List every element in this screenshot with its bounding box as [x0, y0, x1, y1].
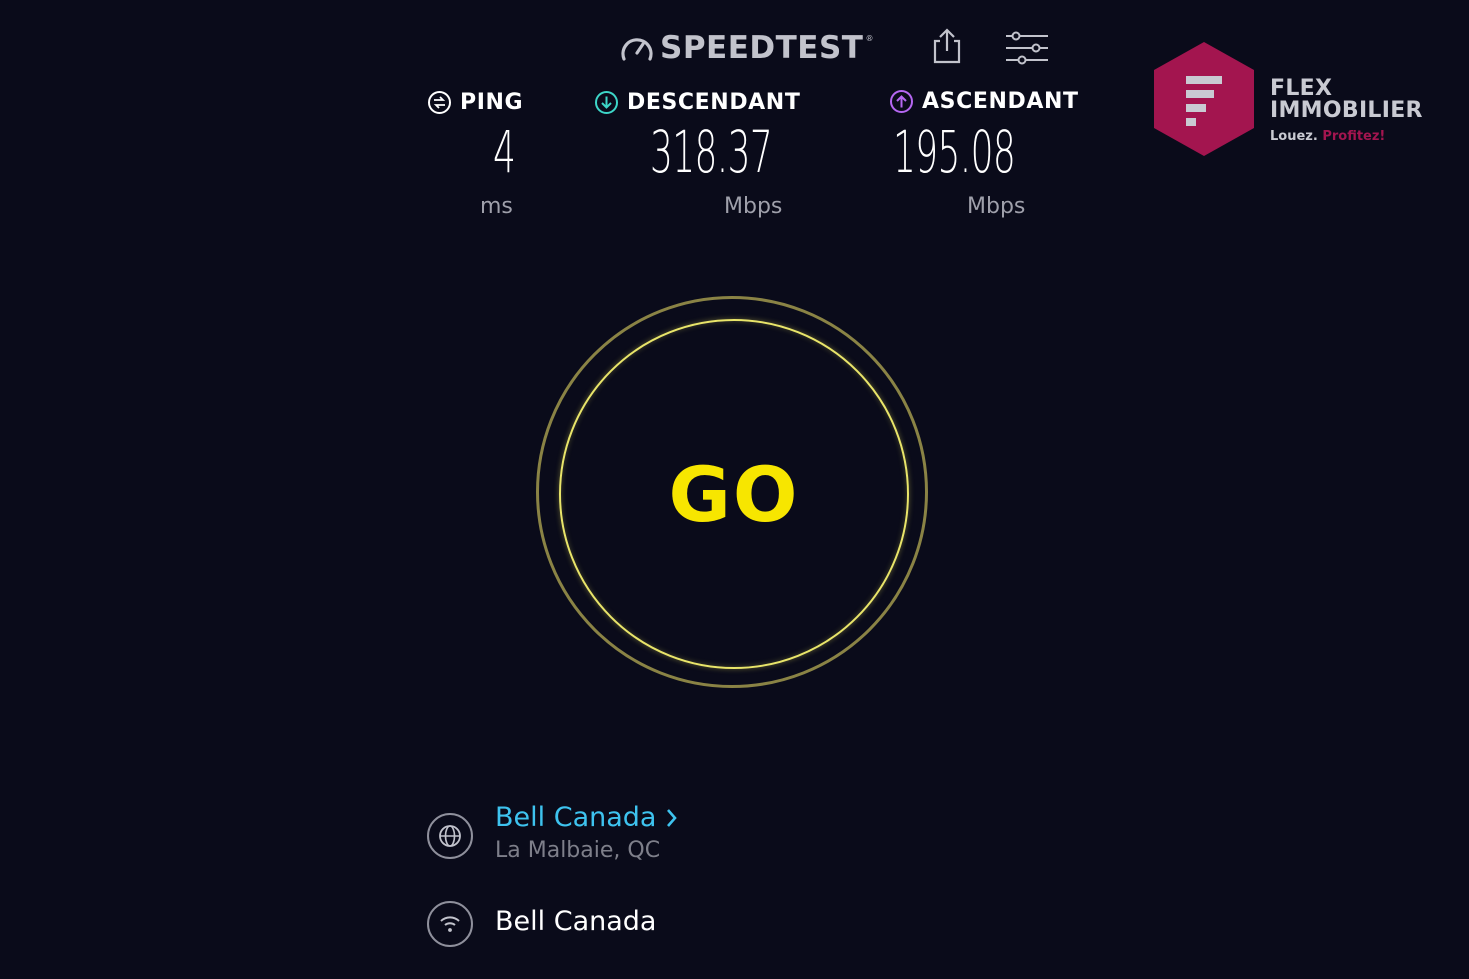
- server-name: Bell Canada: [495, 802, 657, 833]
- ping-unit: ms: [480, 194, 513, 219]
- isp-icon-container: [427, 901, 473, 947]
- server-location: La Malbaie, QC: [495, 838, 661, 863]
- watermark-tagline: Louez. Profitez!: [1270, 129, 1385, 144]
- trademark: ®: [865, 34, 874, 43]
- app-name: SPEEDTEST: [660, 30, 864, 66]
- globe-icon: [439, 825, 461, 847]
- upload-arrow-icon: [890, 90, 913, 113]
- settings-button[interactable]: [1004, 30, 1050, 66]
- upload-metric: ASCENDANT 195.08 Mbps: [889, 89, 1119, 229]
- download-label: DESCENDANT: [627, 90, 801, 115]
- download-metric: DESCENDANT 318.37 Mbps: [594, 90, 824, 230]
- chevron-right-icon: [667, 808, 678, 827]
- wifi-icon: [440, 916, 460, 932]
- download-header: DESCENDANT: [594, 90, 824, 115]
- ping-metric: PING 4 ms: [427, 90, 567, 230]
- settings-sliders-icon: [1006, 31, 1048, 65]
- upload-header: ASCENDANT: [889, 89, 1119, 114]
- watermark-tagline-a: Louez.: [1270, 129, 1318, 144]
- download-unit: Mbps: [724, 194, 783, 219]
- download-arrow-icon: [595, 91, 618, 114]
- upload-unit: Mbps: [967, 194, 1026, 219]
- flex-immobilier-logo-icon: [1154, 42, 1254, 156]
- upload-label: ASCENDANT: [922, 89, 1079, 114]
- upload-value: 195.08: [893, 118, 1016, 186]
- speedtest-logo: SPEEDTEST ®: [620, 28, 873, 68]
- ping-icon: [428, 91, 451, 114]
- watermark-line2: IMMOBILIER: [1270, 98, 1423, 123]
- server-icon-container: [427, 813, 473, 859]
- server-link[interactable]: Bell Canada: [495, 802, 678, 833]
- flex-immobilier-watermark: FLEX IMMOBILIER Louez. Profitez!: [1152, 40, 1423, 160]
- ping-label: PING: [460, 90, 524, 115]
- ping-value: 4: [493, 118, 516, 186]
- speedtest-screen: SPEEDTEST ® PING 4 ms DESCENDANT 318.37 …: [0, 0, 1469, 979]
- watermark-tagline-b: Profitez!: [1322, 129, 1386, 144]
- share-icon: [933, 28, 961, 64]
- speedometer-icon: [621, 38, 653, 61]
- go-button[interactable]: GO: [559, 319, 909, 669]
- isp-name: Bell Canada: [495, 906, 657, 937]
- ping-header: PING: [427, 90, 567, 115]
- share-button[interactable]: [930, 27, 964, 65]
- download-value: 318.37: [650, 118, 773, 186]
- go-label: GO: [668, 449, 800, 539]
